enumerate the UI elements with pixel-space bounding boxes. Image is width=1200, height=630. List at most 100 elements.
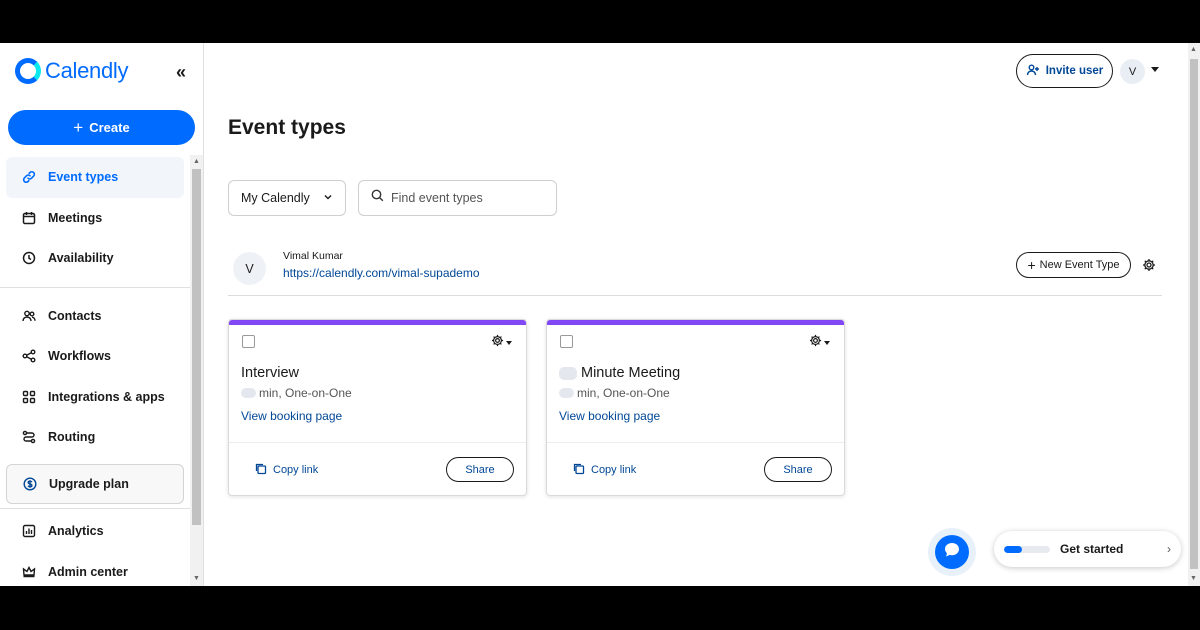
sidebar-item-admin-center[interactable]: Admin center — [6, 552, 184, 587]
create-button[interactable]: + Create — [8, 110, 195, 145]
copy-link-label: Copy link — [273, 464, 319, 476]
event-type-card[interactable]: Interview min, One-on-One View booking p… — [228, 319, 527, 496]
card-divider — [547, 442, 844, 443]
view-booking-page-link[interactable]: View booking page — [559, 409, 660, 423]
share-button[interactable]: Share — [764, 457, 832, 482]
card-settings-menu[interactable] — [809, 334, 830, 352]
chevron-right-icon: › — [1167, 542, 1171, 556]
search-input[interactable] — [391, 191, 541, 205]
new-event-type-button[interactable]: + New Event Type — [1016, 252, 1131, 278]
invite-user-button[interactable]: Invite user — [1016, 54, 1113, 88]
user-avatar: V — [233, 252, 266, 285]
card-accent-bar — [229, 320, 526, 325]
user-booking-url[interactable]: https://calendly.com/vimal-supademo — [283, 266, 480, 280]
redacted-duration — [559, 388, 574, 398]
scroll-down-icon[interactable]: ▼ — [1189, 574, 1198, 583]
sidebar: Calendly « + Create Event types Meetings — [0, 43, 204, 586]
sidebar-nav: Event types Meetings Availability Contac… — [0, 157, 190, 586]
redacted-duration — [559, 366, 577, 380]
share-button[interactable]: Share — [446, 457, 514, 482]
sidebar-item-event-types[interactable]: Event types — [6, 157, 184, 198]
plus-icon: + — [73, 118, 84, 137]
card-checkbox[interactable] — [560, 335, 573, 348]
workflow-icon — [22, 349, 36, 363]
calendar-icon — [22, 211, 36, 225]
routing-icon — [22, 430, 36, 444]
view-booking-page-link[interactable]: View booking page — [241, 409, 342, 423]
sidebar-item-label: Admin center — [48, 564, 128, 579]
page-title: Event types — [228, 116, 346, 139]
copy-link-button[interactable]: Copy link — [572, 462, 636, 478]
chat-button[interactable] — [935, 535, 969, 569]
app-window: Calendly « + Create Event types Meetings — [0, 43, 1200, 586]
event-title: Minute Meeting — [581, 365, 681, 381]
sidebar-item-label: Availability — [48, 251, 114, 266]
event-type-card[interactable]: Minute Meeting min, One-on-One View book… — [546, 319, 845, 496]
search-box — [358, 180, 557, 216]
sidebar-item-label: Contacts — [48, 308, 102, 323]
sidebar-scrollbar[interactable]: ▲ ▼ — [190, 155, 203, 586]
sidebar-divider — [0, 286, 190, 288]
event-title: Interview — [241, 365, 300, 381]
sidebar-item-upgrade-plan[interactable]: Upgrade plan — [6, 463, 184, 504]
onboarding-progress-fill — [1004, 545, 1023, 553]
calendly-logo-icon — [15, 58, 41, 84]
scroll-down-icon[interactable]: ▼ — [192, 574, 201, 583]
event-title-row: Minute Meeting — [559, 365, 680, 381]
chevron-double-left-icon[interactable]: « — [172, 63, 190, 81]
sidebar-item-contacts[interactable]: Contacts — [6, 296, 184, 337]
page-scroll-thumb[interactable] — [1190, 59, 1198, 569]
caret-down-icon — [506, 341, 512, 345]
sidebar-item-label: Routing — [48, 430, 96, 445]
card-accent-bar — [547, 320, 844, 325]
caret-down-icon[interactable] — [1151, 67, 1159, 72]
add-user-icon — [1026, 63, 1040, 80]
card-checkbox[interactable] — [242, 335, 255, 348]
chat-icon — [943, 541, 961, 564]
dropdown-selected-value: My Calendly — [241, 191, 310, 205]
user-name: Vimal Kumar — [283, 250, 343, 262]
plus-icon: + — [1027, 257, 1036, 273]
sidebar-item-integrations[interactable]: Integrations & apps — [6, 377, 184, 418]
get-started-label: Get started — [1060, 542, 1124, 556]
account-avatar[interactable]: V — [1120, 59, 1145, 84]
copy-link-label: Copy link — [591, 464, 637, 476]
page-scrollbar[interactable]: ▲ ▼ — [1188, 43, 1200, 586]
dollar-icon — [23, 477, 37, 491]
onboarding-progress-bar — [1004, 545, 1050, 553]
sidebar-scroll-thumb[interactable] — [192, 169, 201, 525]
grid-icon — [22, 390, 36, 404]
get-started-widget[interactable]: Get started › — [994, 531, 1181, 567]
new-event-type-label: New Event Type — [1039, 259, 1120, 271]
sidebar-item-workflows[interactable]: Workflows — [6, 336, 184, 377]
gear-icon[interactable] — [1142, 258, 1158, 274]
gear-icon — [491, 334, 504, 352]
sidebar-item-availability[interactable]: Availability — [6, 238, 184, 279]
sidebar-item-routing[interactable]: Routing — [6, 417, 184, 458]
clock-icon — [22, 251, 36, 265]
logo-text: Calendly — [45, 58, 129, 83]
sidebar-divider — [0, 508, 190, 509]
sidebar-item-meetings[interactable]: Meetings — [6, 198, 184, 239]
caret-down-icon — [824, 341, 830, 345]
scroll-up-icon[interactable]: ▲ — [1189, 45, 1198, 54]
calendar-filter-dropdown[interactable]: My Calendly — [228, 180, 346, 216]
event-meta-text: min, One-on-One — [259, 386, 352, 400]
chevron-down-icon — [323, 191, 333, 205]
invite-user-label: Invite user — [1045, 65, 1104, 77]
contacts-icon — [22, 309, 36, 323]
gear-icon — [809, 334, 822, 352]
analytics-icon — [22, 524, 36, 538]
card-settings-menu[interactable] — [491, 334, 512, 352]
sidebar-item-label: Event types — [48, 170, 119, 185]
event-meta: min, One-on-One — [559, 386, 670, 400]
event-meta: min, One-on-One — [241, 386, 352, 400]
event-meta-text: min, One-on-One — [577, 386, 670, 400]
sidebar-item-label: Integrations & apps — [48, 389, 165, 404]
scroll-up-icon[interactable]: ▲ — [192, 157, 201, 166]
copy-icon — [254, 462, 267, 478]
copy-link-button[interactable]: Copy link — [254, 462, 318, 478]
sidebar-item-label: Upgrade plan — [49, 476, 129, 491]
calendly-logo[interactable]: Calendly — [15, 58, 129, 84]
sidebar-item-analytics[interactable]: Analytics — [6, 511, 184, 552]
